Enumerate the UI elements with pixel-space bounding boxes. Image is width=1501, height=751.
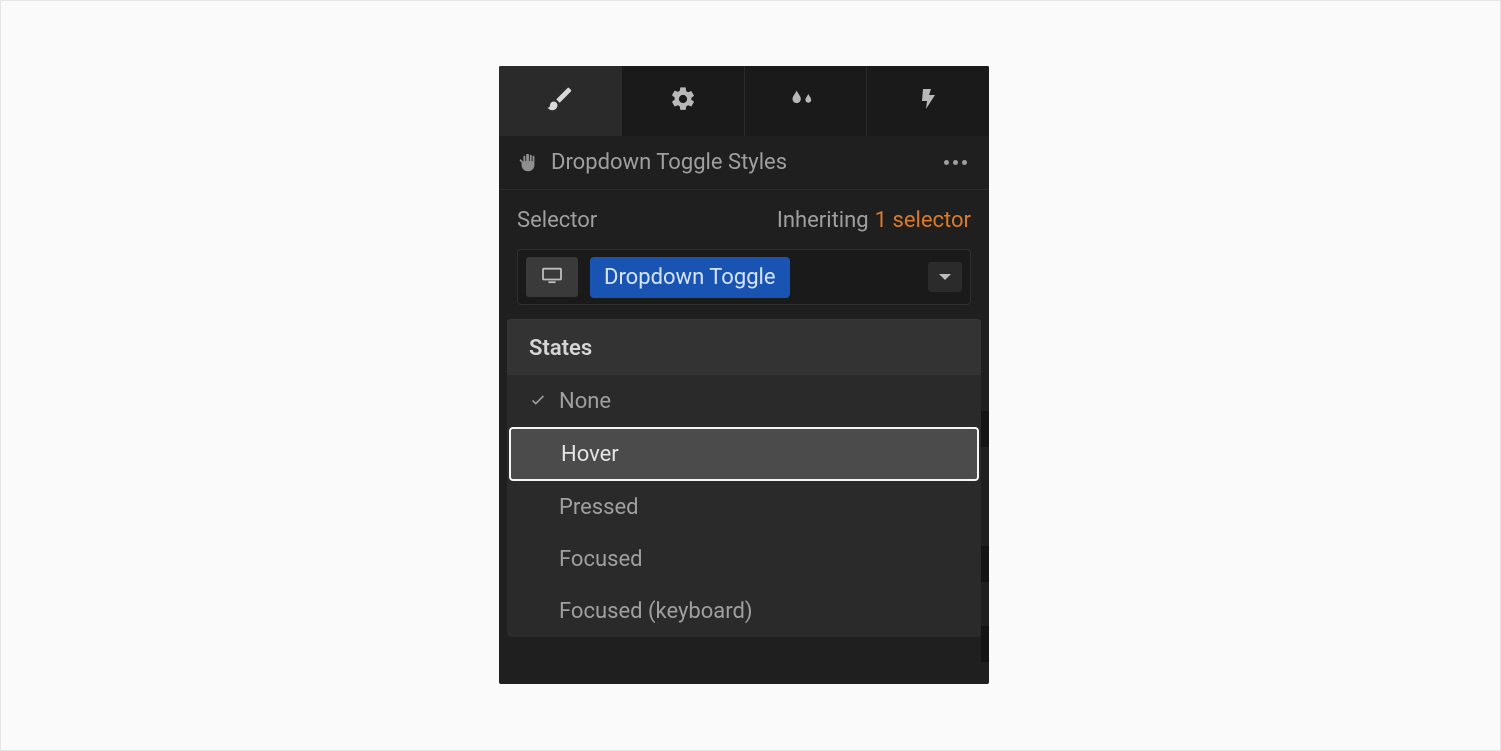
states-list: None Hover Pressed Focused Focused (keyboard… bbox=[507, 375, 981, 637]
selector-field[interactable]: Dropdown Toggle bbox=[517, 249, 971, 305]
state-item-hover[interactable]: Hover bbox=[509, 427, 979, 481]
state-item-none[interactable]: None bbox=[507, 375, 981, 427]
bolt-icon bbox=[916, 85, 940, 117]
state-item-label: Focused (keyboard) bbox=[559, 599, 959, 624]
droplets-icon bbox=[790, 85, 820, 117]
style-panel: Dropdown Toggle Styles Selector Inheriti… bbox=[499, 66, 989, 684]
state-item-label: Focused bbox=[559, 547, 959, 572]
panel-notch bbox=[981, 546, 989, 582]
tab-interactions[interactable] bbox=[867, 66, 989, 136]
inheriting-count[interactable]: 1 selector bbox=[875, 208, 971, 233]
tab-settings[interactable] bbox=[622, 66, 745, 136]
selector-prefix-button[interactable] bbox=[526, 257, 578, 297]
breakpoint-icon bbox=[541, 266, 563, 288]
caret-down-icon bbox=[938, 268, 952, 287]
tab-style[interactable] bbox=[499, 66, 622, 136]
panel-notch bbox=[981, 411, 989, 447]
brush-icon bbox=[545, 84, 575, 118]
panel-tabs bbox=[499, 66, 989, 136]
panel-notch bbox=[981, 626, 989, 662]
states-header: States bbox=[507, 320, 981, 375]
more-menu-button[interactable] bbox=[940, 156, 971, 169]
selector-label: Selector bbox=[517, 208, 777, 233]
panel-header: Dropdown Toggle Styles bbox=[499, 136, 989, 190]
gear-icon bbox=[669, 85, 697, 117]
state-item-label: Pressed bbox=[559, 495, 959, 520]
selector-row: Selector Inheriting 1 selector bbox=[499, 190, 989, 243]
selector-chip[interactable]: Dropdown Toggle bbox=[590, 257, 790, 298]
stage: Dropdown Toggle Styles Selector Inheriti… bbox=[0, 0, 1501, 751]
states-popover: States None Hover Pressed Focused Focused (k… bbox=[507, 319, 981, 637]
state-item-label: None bbox=[559, 389, 959, 414]
inheriting-label: Inheriting bbox=[777, 208, 869, 233]
panel-title: Dropdown Toggle Styles bbox=[551, 150, 940, 175]
hand-icon bbox=[517, 152, 539, 174]
state-item-focused[interactable]: Focused bbox=[507, 533, 981, 585]
check-icon bbox=[529, 392, 559, 410]
state-item-label: Hover bbox=[561, 442, 955, 467]
state-item-focused-keyboard-[interactable]: Focused (keyboard) bbox=[507, 585, 981, 637]
state-item-pressed[interactable]: Pressed bbox=[507, 481, 981, 533]
state-dropdown-toggle[interactable] bbox=[928, 262, 962, 292]
tab-effects[interactable] bbox=[745, 66, 868, 136]
